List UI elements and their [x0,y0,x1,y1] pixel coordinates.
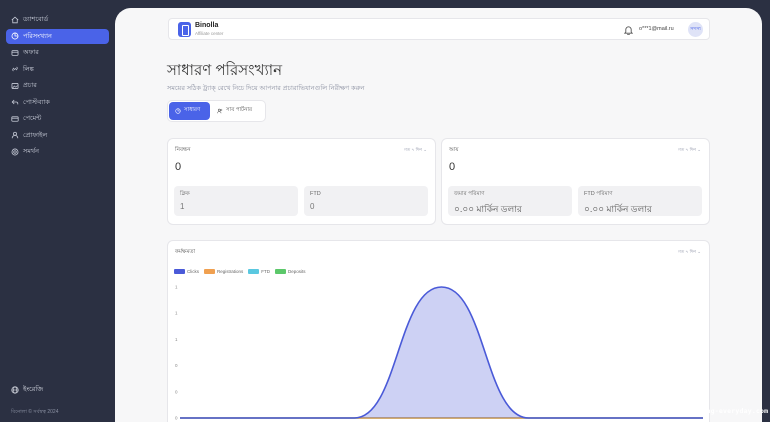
sidebar-item-statistics[interactable]: পরিসংখ্যান [6,28,109,44]
tab-general-label: সাধারণ [184,107,201,113]
card-title: নিবন্ধন [175,147,191,153]
sidebar-item-promo[interactable]: প্রচার [6,78,109,94]
language-label: ইংরেজি [23,386,44,393]
bell-icon[interactable] [624,25,633,35]
watermark: trading-everyday.com [686,407,769,415]
performance-card: কর্মক্ষমতা গত ৭ দিন ⌄ Clicks Registration… [167,240,710,422]
sidebar-item-label: প্রোফাইল [23,131,48,139]
chart-pie-icon [11,32,19,40]
support-icon [11,148,19,156]
ftd-amount-label: FTD পরিমাণ [584,191,613,197]
image-icon [11,82,19,89]
ftd-value: 0 [310,202,315,211]
sidebar-item-support[interactable]: সমর্থন [6,144,109,160]
main-content: Binolla Affiliate center o***1@mail.ru স… [115,8,762,422]
copyright-text: বিনোলা © সর্বস্বত্ব 2024 [11,409,59,415]
period-selector[interactable]: গত ৭ দিন ⌄ [678,147,701,154]
sidebar-item-profile[interactable]: প্রোফাইল [6,128,109,144]
globe-icon [11,385,19,394]
link-icon [12,66,18,72]
page-title: সাধারণ পরিসংখ্যান [167,62,283,79]
y-tick-label: 0 [175,363,178,368]
sidebar-item-links[interactable]: লিঙ্ক [6,62,109,78]
tab-general[interactable]: সাধারণ [169,102,210,120]
sidebar-item-label: পোস্টব্যাক [23,98,50,106]
sidebar-item-label: পেমেন্ট [23,115,42,123]
tab-partners-label: সাব পার্টনার [226,107,253,113]
deposit-amount-value: ০.০০ মার্কিন ডলার [454,204,522,214]
sidebar-item-payments[interactable]: পেমেন্ট [6,111,109,127]
income-card: আয় গত ৭ দিন ⌄ 0 জমার পরিমাণ ০.০০ মার্কি… [441,138,710,225]
y-tick-label: 0 [175,389,178,394]
tab-sub-partners[interactable]: সাব পার্টনার [217,102,265,120]
sidebar-nav: ড্যাশবোর্ড পরিসংখ্যান অফার লিঙ্ক প্রচার … [6,12,109,161]
sidebar-item-label: প্রচার [23,82,37,90]
tag-icon [11,49,19,56]
stats-tabs: সাধারণ সাব পার্টনার [167,100,266,122]
period-selector[interactable]: গত ৭ দিন ⌄ [404,147,427,154]
period-label: গত ৭ দিন [403,147,422,152]
chart-pie-icon [175,108,181,114]
y-tick-label: 1 [175,311,178,316]
clicks-box: ক্লিক 1 [174,186,298,216]
registrations-value: 0 [175,161,182,173]
period-label: গত ৭ দিন [677,147,696,152]
home-icon [11,16,19,23]
top-bar: Binolla Affiliate center o***1@mail.ru স… [168,18,710,40]
card-title: আয় [449,147,459,153]
sidebar-item-label: লিঙ্ক [23,65,34,73]
ftd-box: FTD 0 [304,186,428,216]
users-icon [217,108,223,114]
card-icon [11,116,19,122]
series-area [180,287,703,418]
brand-subtitle: Affiliate center [195,31,224,36]
user-icon [11,132,19,139]
sidebar-item-label: পরিসংখ্যান [23,32,52,40]
user-email[interactable]: o***1@mail.ru [639,26,674,32]
brand-name: Binolla [195,22,219,29]
income-value: 0 [449,161,456,173]
y-tick-label: 1 [175,337,178,342]
sidebar-item-dashboard[interactable]: ড্যাশবোর্ড [6,12,109,28]
brand-logo[interactable] [178,22,191,37]
sidebar-item-label: অফার [23,49,39,57]
clicks-label: ক্লিক [180,191,190,197]
sidebar-item-postback[interactable]: পোস্টব্যাক [6,95,109,111]
registrations-card: নিবন্ধন গত ৭ দিন ⌄ 0 ক্লিক 1 FTD 0 [167,138,436,225]
y-tick-label: 0 [175,416,178,421]
sidebar-item-label: ড্যাশবোর্ড [23,16,49,24]
ftd-amount-value: ০.০০ মার্কিন ডলার [584,204,652,214]
chevron-down-icon: ⌄ [697,147,701,152]
deposit-amount-label: জমার পরিমাণ [454,191,485,197]
avatar[interactable]: সদস্য [688,22,703,37]
chevron-down-icon: ⌄ [423,147,427,152]
ftd-amount-box: FTD পরিমাণ ০.০০ মার্কিন ডলার [578,186,702,216]
deposit-amount-box: জমার পরিমাণ ০.০০ মার্কিন ডলার [448,186,572,216]
y-tick-label: 1 [175,285,178,290]
performance-chart: 1 1 1 0 0 0 [175,285,703,421]
sidebar: ড্যাশবোর্ড পরিসংখ্যান অফার লিঙ্ক প্রচার … [0,0,115,422]
reply-icon [11,99,19,105]
page-subtitle: সময়ের সঠিক ট্র্যাক্ রেখে নিচে দিয়ে আপন… [167,85,365,92]
language-selector[interactable]: ইংরেজি [11,384,43,395]
sidebar-item-offers[interactable]: অফার [6,45,109,61]
clicks-value: 1 [180,202,185,211]
ftd-label: FTD [310,191,321,197]
sidebar-item-label: সমর্থন [23,148,39,156]
